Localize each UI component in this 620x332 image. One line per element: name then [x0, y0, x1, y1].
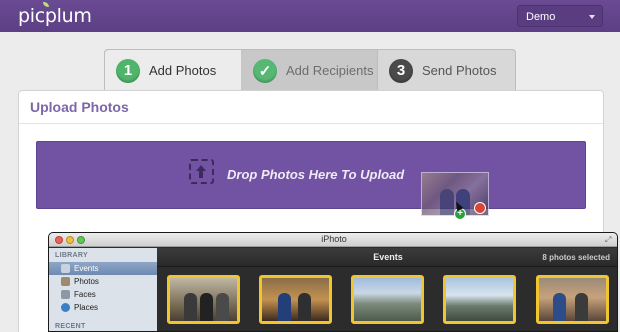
checkmark-icon: ✓ [253, 58, 277, 83]
picplum-logo[interactable]: picplum [18, 5, 92, 27]
faces-icon [61, 290, 70, 299]
window-titlebar[interactable]: iPhoto ⤢ [49, 233, 617, 247]
photo-figure [553, 293, 566, 321]
account-select-value: Demo [526, 11, 556, 23]
sidebar-item-label: Events [74, 264, 99, 273]
photo-figure [184, 293, 197, 321]
sidebar-item-label: Faces [74, 290, 96, 299]
photo-figure [440, 189, 454, 215]
drag-count-badge [474, 202, 486, 214]
tab-add-photos[interactable]: 1 Add Photos [105, 50, 242, 91]
sidebar-item-photos[interactable]: Photos [49, 275, 157, 288]
sidebar-item-faces[interactable]: Faces [49, 288, 157, 301]
page-title: Upload Photos [30, 99, 129, 115]
tab-send-photos-label: Send Photos [422, 63, 497, 78]
globe-icon [61, 303, 70, 312]
sidebar-item-events[interactable]: Events [49, 262, 157, 275]
photo-figure [298, 293, 311, 321]
account-select[interactable]: Demo [517, 5, 603, 27]
photo-thumbnail[interactable] [443, 275, 516, 324]
selection-status: 8 photos selected [542, 253, 610, 262]
photo-thumbnail[interactable] [259, 275, 332, 324]
library-heading: LIBRARY [55, 252, 88, 259]
iphoto-toolbar: Events 8 photos selected [157, 248, 617, 267]
iphoto-window: iPhoto ⤢ LIBRARY Events Photos Faces Pla… [48, 232, 618, 332]
chevron-down-icon [589, 15, 595, 19]
sidebar-item-label: Photos [74, 277, 99, 286]
window-title: iPhoto [321, 234, 347, 244]
step-1-badge: 1 [116, 58, 140, 83]
fullscreen-icon[interactable]: ⤢ [605, 235, 614, 244]
top-header-bar: picplum Demo [0, 0, 620, 32]
upload-arrow-stem [199, 170, 203, 178]
tab-add-recipients[interactable]: ✓ Add Recipients [242, 50, 378, 91]
photo-thumbnail[interactable] [167, 275, 240, 324]
tab-add-photos-label: Add Photos [149, 63, 217, 78]
photo-thumbnail[interactable] [536, 275, 609, 324]
photo-figure [575, 293, 588, 321]
divider [19, 123, 603, 124]
photo-figure [200, 293, 213, 321]
tab-add-recipients-label: Add Recipients [286, 63, 374, 78]
sidebar-item-places[interactable]: Places [49, 301, 157, 314]
photo-dropzone[interactable]: Drop Photos Here To Upload [36, 141, 586, 209]
sidebar-item-label: Places [74, 303, 99, 312]
events-icon [61, 264, 70, 273]
upload-icon [189, 159, 214, 184]
photo-figure [278, 293, 291, 321]
photo-thumbnail[interactable] [351, 275, 424, 324]
dropzone-label: Drop Photos Here To Upload [227, 167, 405, 182]
step-3-badge: 3 [389, 58, 413, 83]
tab-send-photos[interactable]: 3 Send Photos [378, 50, 515, 91]
photo-figure [216, 293, 229, 321]
photos-icon [61, 277, 70, 286]
iphoto-sidebar: LIBRARY Events Photos Faces Places RECEN… [49, 248, 157, 331]
recent-heading: RECENT [55, 323, 86, 330]
